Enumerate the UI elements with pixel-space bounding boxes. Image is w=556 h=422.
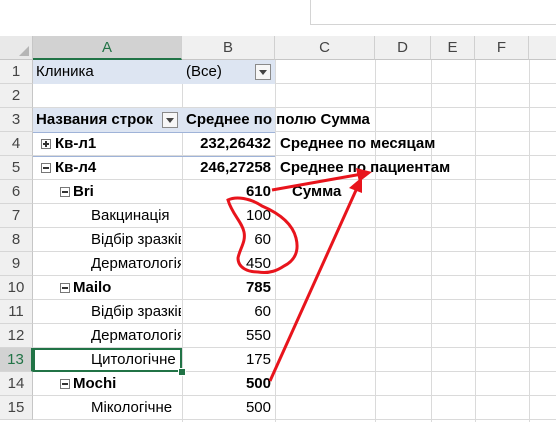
- arrow-line: [271, 172, 363, 192]
- annotation-layer: [226, 168, 372, 382]
- freehand-outline: [226, 196, 299, 274]
- arrow-head: [356, 168, 372, 182]
